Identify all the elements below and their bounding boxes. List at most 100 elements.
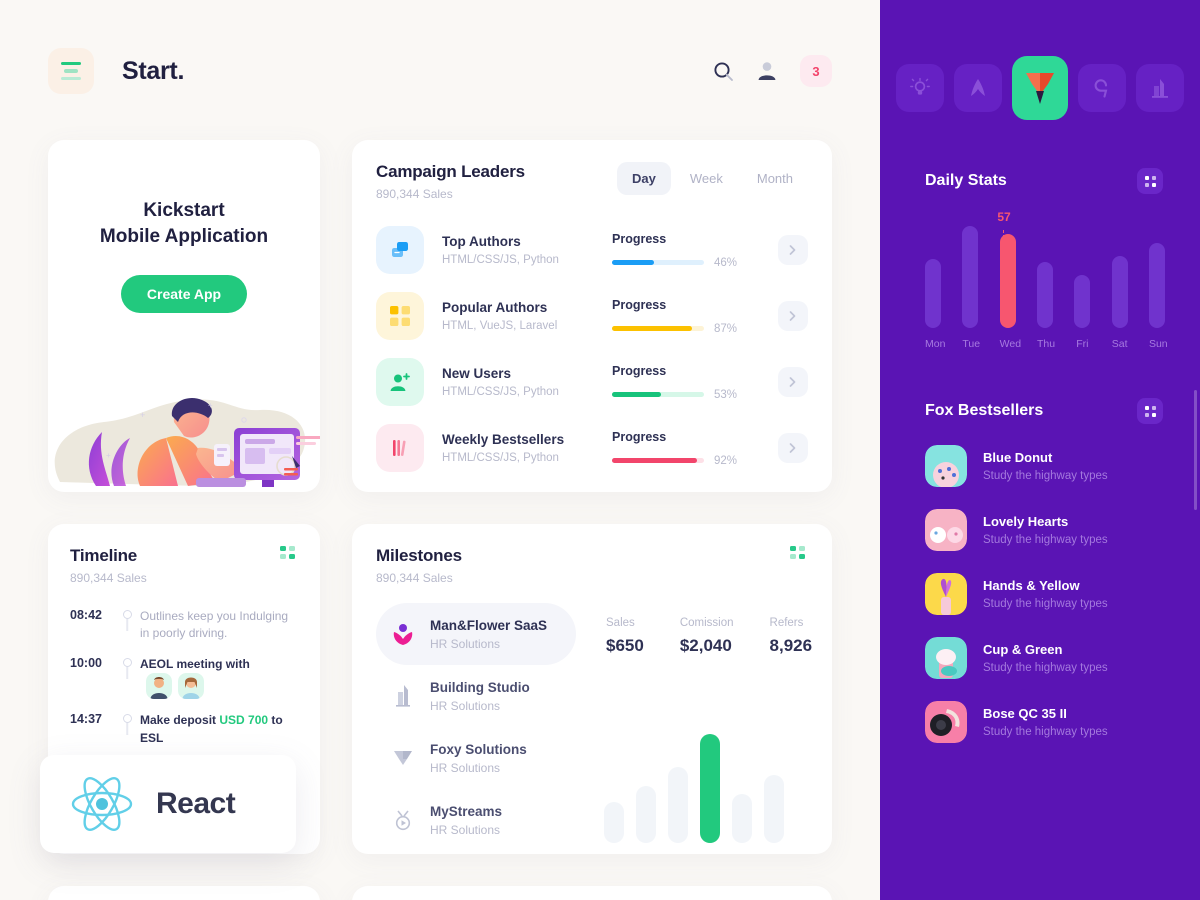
campaign-row[interactable]: Popular Authors HTML, VueJS, Laravel Pro…	[376, 283, 808, 349]
angular-app-tile[interactable]	[954, 64, 1002, 112]
daily-stats-bars	[925, 213, 1165, 328]
tab-week[interactable]: Week	[675, 162, 738, 195]
nine-app-tile[interactable]	[1078, 64, 1126, 112]
campaign-row[interactable]: Weekly Bestsellers HTML/CSS/JS, Python P…	[376, 415, 808, 481]
timeline-options-icon[interactable]	[280, 546, 298, 560]
milestone-row[interactable]: Foxy Solutions HR Solutions	[376, 727, 576, 789]
campaign-row-go-button[interactable]	[778, 433, 808, 463]
timeline-dot-icon	[122, 714, 132, 724]
fox-icon	[1026, 73, 1054, 104]
milestone-sub: HR Solutions	[430, 760, 501, 775]
campaign-row-go-button[interactable]	[778, 367, 808, 397]
daily-stats-header: Daily Stats	[925, 168, 1163, 194]
grid-squares-icon	[376, 292, 424, 340]
campaign-row-go-button[interactable]	[778, 301, 808, 331]
bestsellers-title: Fox Bestsellers	[925, 402, 1044, 419]
bestseller-sub: Study the highway types	[983, 598, 1108, 610]
milestone-stat-label: Sales	[606, 617, 635, 629]
campaign-row-name: New Users	[442, 366, 512, 381]
timeline-dot-icon	[122, 657, 132, 667]
milestone-detail: Sales $650 Comission $2,040 Refers 8,926	[576, 603, 812, 851]
lightbulb-app-tile[interactable]	[896, 64, 944, 112]
campaign-progress-percent: 46%	[714, 256, 738, 269]
milestones-subtitle: 890,344 Sales	[376, 571, 453, 585]
milestone-stat-value: $2,040	[679, 636, 732, 655]
bestseller-row[interactable]: Lovely Hearts Study the highway types	[925, 498, 1170, 562]
milestone-sub: HR Solutions	[430, 822, 501, 837]
campaign-row-tags: HTML, VueJS, Laravel	[442, 320, 558, 332]
tv-play-icon	[390, 809, 416, 831]
milestone-chart-bar	[764, 775, 784, 843]
milestone-name: Man&Flower SaaS	[430, 617, 548, 633]
app-header: Start. 3	[48, 48, 832, 94]
bestseller-row[interactable]: Blue Donut Study the highway types	[925, 434, 1170, 498]
chevron-right-icon	[789, 377, 796, 387]
bestseller-name: Hands & Yellow	[983, 578, 1080, 593]
campaign-row-go-button[interactable]	[778, 235, 808, 265]
milestone-bar-chart	[604, 723, 814, 843]
bestsellers-options-icon[interactable]	[1137, 398, 1163, 424]
create-app-button[interactable]: Create App	[120, 275, 248, 314]
progress-fill	[612, 326, 693, 331]
campaign-row[interactable]: New Users HTML/CSS/JS, Python Progress 5…	[376, 349, 808, 415]
notification-badge[interactable]: 3	[800, 55, 832, 87]
fox-chevron-icon	[390, 747, 416, 769]
bestseller-row[interactable]: Cup & Green Study the highway types	[925, 626, 1170, 690]
search-icon[interactable]	[713, 61, 734, 82]
daily-stats-tick-label: Sat	[1111, 338, 1128, 350]
bestseller-name: Lovely Hearts	[983, 514, 1069, 529]
lightbulb-icon	[910, 77, 930, 95]
page-title: Start.	[122, 56, 185, 85]
milestone-chart-bar	[732, 793, 752, 843]
timeline-entry-body: AEOL meeting with	[140, 655, 298, 700]
milestone-row-text: Foxy Solutions HR Solutions	[430, 742, 527, 775]
bestseller-row[interactable]: Hands & Yellow Study the highway types	[925, 562, 1170, 626]
tab-day[interactable]: Day	[617, 162, 671, 195]
daily-stats-tick-label: Wed	[999, 338, 1022, 350]
daily-stats-bar	[1074, 275, 1091, 328]
daily-stats-bar	[1111, 255, 1128, 328]
milestone-sub: HR Solutions	[430, 698, 501, 713]
timeline-entry-body: Outlines keep you Indulging in poorly dr…	[140, 607, 298, 643]
fox-app-tile[interactable]	[1012, 56, 1068, 120]
bottom-card-right	[352, 886, 832, 900]
app-switcher	[896, 56, 1184, 120]
bottom-card-left	[48, 886, 320, 900]
daily-stats-bar	[999, 234, 1016, 328]
campaign-row[interactable]: Top Authors HTML/CSS/JS, Python Progress…	[376, 217, 808, 283]
milestone-row[interactable]: MyStreams HR Solutions	[376, 789, 576, 851]
timeline-entry-text: Outlines keep you Indulging in poorly dr…	[140, 609, 289, 641]
bestseller-sub: Study the highway types	[983, 534, 1108, 546]
timeline-entry[interactable]: 08:42 Outlines keep you Indulging in poo…	[70, 607, 298, 655]
campaign-row-tags: HTML/CSS/JS, Python	[442, 254, 559, 266]
user-icon[interactable]	[756, 60, 778, 82]
milestone-stats: Sales $650 Comission $2,040 Refers 8,926	[606, 603, 812, 656]
nine-spiral-icon	[1094, 79, 1108, 98]
bestseller-sub: Study the highway types	[983, 662, 1108, 674]
tab-month[interactable]: Month	[742, 162, 808, 195]
milestone-chart-bar	[604, 801, 624, 843]
panel-scrollbar[interactable]	[1194, 390, 1197, 510]
milestones-options-icon[interactable]	[790, 546, 808, 560]
hamburger-icon[interactable]	[48, 48, 94, 94]
timeline-entry[interactable]: 10:00 AEOL meeting with	[70, 655, 298, 711]
svg-text:+: +	[208, 401, 213, 410]
milestone-chart-bar	[700, 733, 720, 843]
campaign-progress-label: Progress	[612, 429, 667, 444]
skyscraper-app-tile[interactable]	[1136, 64, 1184, 112]
campaign-progress: Progress 87%	[612, 298, 772, 335]
milestone-row[interactable]: Man&Flower SaaS HR Solutions	[376, 603, 576, 665]
campaign-row-text: Weekly Bestsellers HTML/CSS/JS, Python	[442, 432, 612, 464]
bestseller-row[interactable]: Bose QC 35 II Study the highway types	[925, 690, 1170, 754]
header-actions: 3	[713, 55, 832, 87]
kickstart-title-line1: Kickstart	[143, 200, 225, 221]
bestseller-name: Blue Donut	[983, 450, 1053, 465]
daily-stats-options-icon[interactable]	[1137, 168, 1163, 194]
milestone-row[interactable]: Building Studio HR Solutions	[376, 665, 576, 727]
add-user-icon	[376, 358, 424, 406]
daily-stats-tick-label: Fri	[1076, 338, 1089, 350]
react-badge-card[interactable]: React	[40, 755, 296, 853]
timeline-entry[interactable]: 14:37 Make deposit USD 700 to ESL	[70, 711, 298, 759]
bestseller-thumbnail	[925, 573, 967, 615]
milestones-card: Milestones 890,344 Sales Man&Flower SaaS…	[352, 524, 832, 854]
